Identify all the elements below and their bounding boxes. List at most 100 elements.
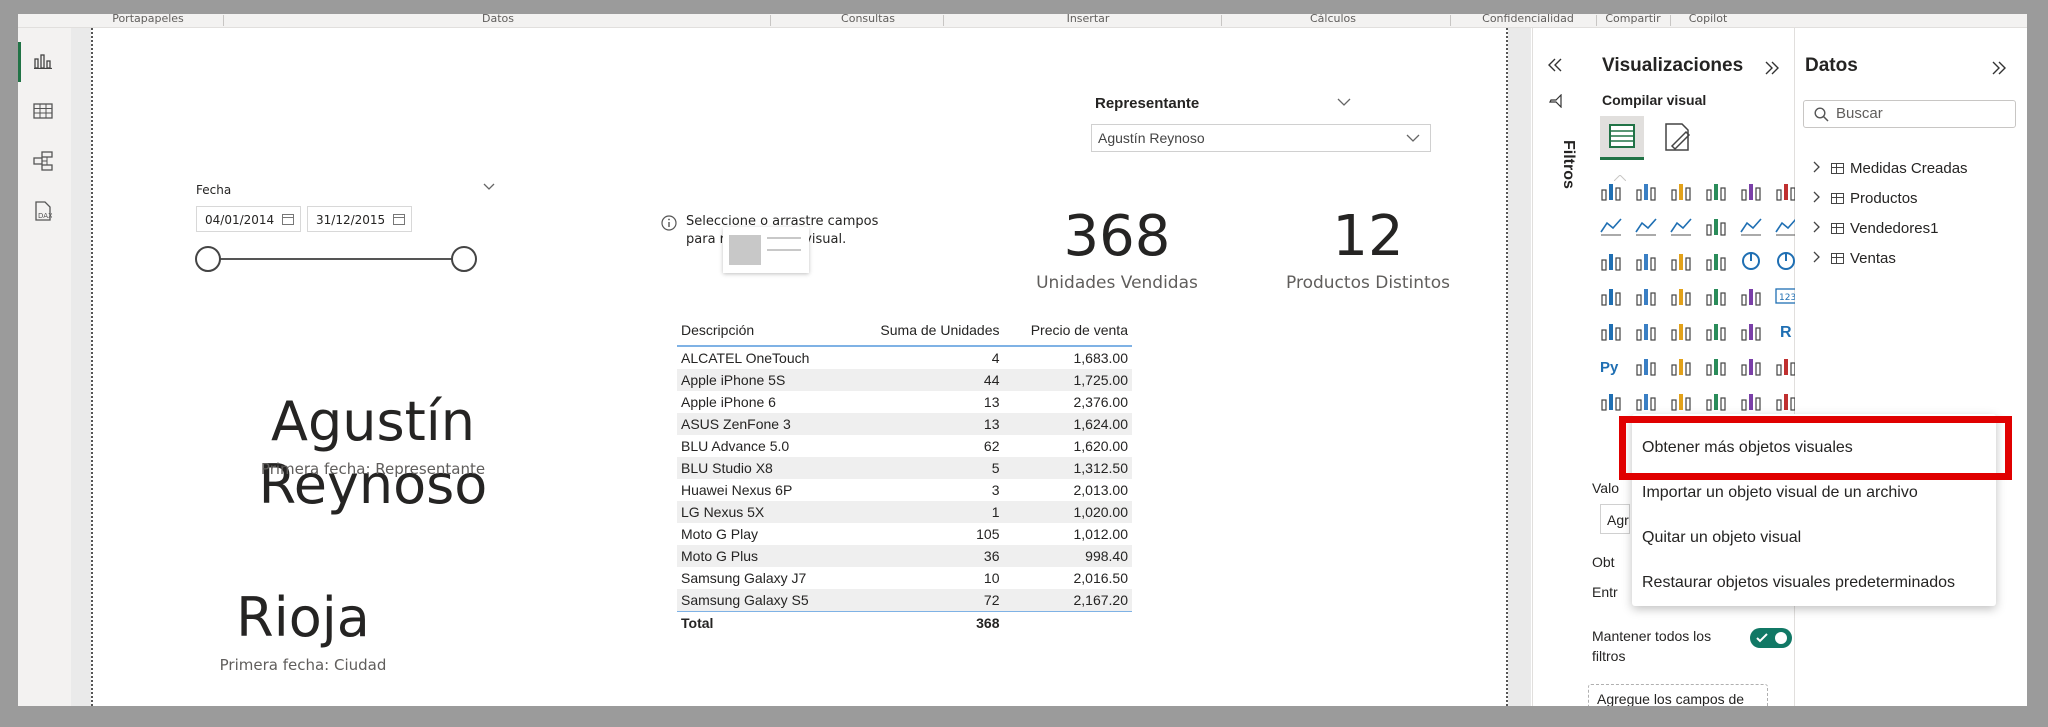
paginated-report-icon[interactable]	[1600, 390, 1622, 412]
menu-item-remove-visual[interactable]: Quitar un objeto visual	[1642, 526, 1801, 550]
ventas-table[interactable]: Descripción Suma de Unidades Precio de v…	[677, 315, 1132, 634]
map-icon[interactable]	[1635, 285, 1657, 307]
goals-icon[interactable]	[1775, 355, 1797, 377]
stacked-column-100-icon[interactable]	[1775, 180, 1797, 202]
key-influencers-icon[interactable]	[1635, 355, 1657, 377]
data-table-item[interactable]: Ventas	[1813, 249, 1896, 269]
menu-item-restore-default-visuals[interactable]: Restaurar objetos visuales predeterminad…	[1642, 571, 1955, 595]
search-icon	[1814, 107, 1829, 122]
funnel-alt-icon[interactable]	[1670, 250, 1692, 272]
clustered-column-icon[interactable]	[1705, 180, 1727, 202]
narrative-icon[interactable]	[1740, 355, 1762, 377]
collapse-chevrons-icon[interactable]	[1991, 61, 2007, 75]
table-row[interactable]: Moto G Play 105 1,012.00	[677, 523, 1132, 545]
chevron-down-icon[interactable]	[1406, 134, 1420, 142]
chevron-right-icon[interactable]	[1813, 220, 1821, 237]
chevron-down-icon[interactable]	[1337, 98, 1351, 106]
filled-map-icon[interactable]	[1670, 285, 1692, 307]
add-fields-partial[interactable]: Agr	[1600, 504, 1630, 534]
fecha-start-input[interactable]: 04/01/2014	[196, 206, 301, 232]
report-view-icon[interactable]	[30, 48, 56, 74]
build-visual-tab[interactable]	[1600, 116, 1644, 160]
col-precio-venta[interactable]: Precio de venta	[1003, 315, 1132, 347]
card-icon[interactable]: 123	[1775, 285, 1797, 307]
drill-through-add-fields[interactable]: Agregue los campos de ob...	[1588, 684, 1768, 706]
expand-chevrons-icon[interactable]	[1547, 58, 1563, 72]
fecha-range-start-handle[interactable]	[195, 246, 221, 272]
table-row[interactable]: Samsung Galaxy J7 10 2,016.50	[677, 567, 1132, 589]
line-clustered-column-icon[interactable]	[1775, 215, 1797, 237]
table-row[interactable]: BLU Advance 5.0 62 1,620.00	[677, 435, 1132, 457]
table-row[interactable]: ASUS ZenFone 3 13 1,624.00	[677, 413, 1132, 435]
representante-dropdown[interactable]: Agustín Reynoso	[1091, 124, 1431, 152]
table-row[interactable]: Apple iPhone 5S 44 1,725.00	[677, 369, 1132, 391]
scatter-icon[interactable]	[1705, 250, 1727, 272]
pie-chart-icon[interactable]	[1740, 250, 1762, 272]
table-row[interactable]: ALCATEL OneTouch 4 1,683.00	[677, 346, 1132, 369]
data-table-item[interactable]: Medidas Creadas	[1813, 159, 1968, 179]
data-table-item[interactable]: Vendedores1	[1813, 219, 1938, 239]
menu-item-import-visual-file[interactable]: Importar un objeto visual de un archivo	[1642, 481, 1918, 505]
stacked-bar-100-icon[interactable]	[1740, 180, 1762, 202]
waterfall-icon[interactable]	[1600, 250, 1622, 272]
donut-chart-icon[interactable]	[1775, 250, 1797, 272]
decomposition-tree-icon[interactable]	[1670, 355, 1692, 377]
format-visual-icon[interactable]	[1660, 120, 1694, 154]
slicer-icon[interactable]	[1670, 320, 1692, 342]
calendar-icon[interactable]	[393, 214, 405, 225]
report-canvas[interactable]: Fecha 04/01/2014 31/12/2015 Seleccione o…	[71, 28, 1531, 706]
table-view-icon[interactable]	[30, 98, 56, 124]
clustered-bar-icon[interactable]	[1670, 180, 1692, 202]
cell-precio: 2,016.50	[1073, 570, 1129, 586]
gauge-icon[interactable]	[1740, 285, 1762, 307]
collapse-chevrons-icon[interactable]	[1764, 61, 1780, 75]
power-automate-icon[interactable]	[1670, 390, 1692, 412]
chevron-right-icon[interactable]	[1813, 250, 1821, 267]
calendar-icon[interactable]	[282, 214, 294, 225]
col-descripcion[interactable]: Descripción	[677, 315, 840, 347]
treemap-icon[interactable]	[1600, 285, 1622, 307]
chevron-right-icon[interactable]	[1813, 160, 1821, 177]
model-view-icon[interactable]	[30, 148, 56, 174]
power-apps-icon[interactable]	[1635, 390, 1657, 412]
shape-icon[interactable]	[1740, 390, 1762, 412]
fecha-range-end-handle[interactable]	[451, 246, 477, 272]
table-row[interactable]: LG Nexus 5X 1 1,020.00	[677, 501, 1132, 523]
ribbon-chart-icon[interactable]	[1705, 215, 1727, 237]
filters-label[interactable]: Filtros	[1537, 140, 1577, 189]
stacked-bar-icon[interactable]	[1600, 180, 1622, 202]
funnel-icon[interactable]	[1635, 250, 1657, 272]
azure-map-icon[interactable]	[1705, 285, 1727, 307]
keep-filters-toggle[interactable]	[1750, 628, 1792, 648]
line-chart-icon[interactable]	[1600, 215, 1622, 237]
chevron-down-icon[interactable]	[483, 183, 495, 191]
search-input[interactable]: Buscar	[1803, 100, 2016, 128]
fecha-end-input[interactable]: 31/12/2015	[307, 206, 412, 232]
table-row[interactable]: Huawei Nexus 6P 3 2,013.00	[677, 479, 1132, 501]
cell-unidades: 13	[983, 394, 1000, 410]
python-visual-icon[interactable]: Py	[1600, 355, 1622, 377]
cell-descripcion: ALCATEL OneTouch	[681, 350, 810, 366]
table-row[interactable]: Moto G Plus 36 998.40	[677, 545, 1132, 567]
kpi-icon[interactable]	[1635, 320, 1657, 342]
dax-query-view-icon[interactable]: DAX	[30, 198, 56, 224]
chevron-right-icon[interactable]	[1813, 190, 1821, 207]
table-row[interactable]: BLU Studio X8 5 1,312.50	[677, 457, 1132, 479]
r-visual-icon[interactable]: R	[1775, 320, 1797, 342]
arcgis-icon[interactable]	[1705, 390, 1727, 412]
filters-pane-collapsed[interactable]: Filtros	[1532, 28, 1577, 706]
col-suma-unidades[interactable]: Suma de Unidades	[839, 315, 1004, 347]
stacked-area-icon[interactable]	[1670, 215, 1692, 237]
stacked-column-icon[interactable]	[1635, 180, 1657, 202]
line-column-icon[interactable]	[1740, 215, 1762, 237]
qa-icon[interactable]	[1705, 355, 1727, 377]
table-row[interactable]: Apple iPhone 6 13 2,376.00	[677, 391, 1132, 413]
placeholder-visual-thumbnail[interactable]	[723, 227, 809, 273]
chevron-visual-icon[interactable]	[1775, 390, 1797, 412]
matrix-icon[interactable]	[1740, 320, 1762, 342]
table-row[interactable]: Samsung Galaxy S5 72 2,167.20	[677, 589, 1132, 612]
data-table-item[interactable]: Productos	[1813, 189, 1918, 209]
multi-row-card-icon[interactable]	[1600, 320, 1622, 342]
area-chart-icon[interactable]	[1635, 215, 1657, 237]
table-icon[interactable]	[1705, 320, 1727, 342]
